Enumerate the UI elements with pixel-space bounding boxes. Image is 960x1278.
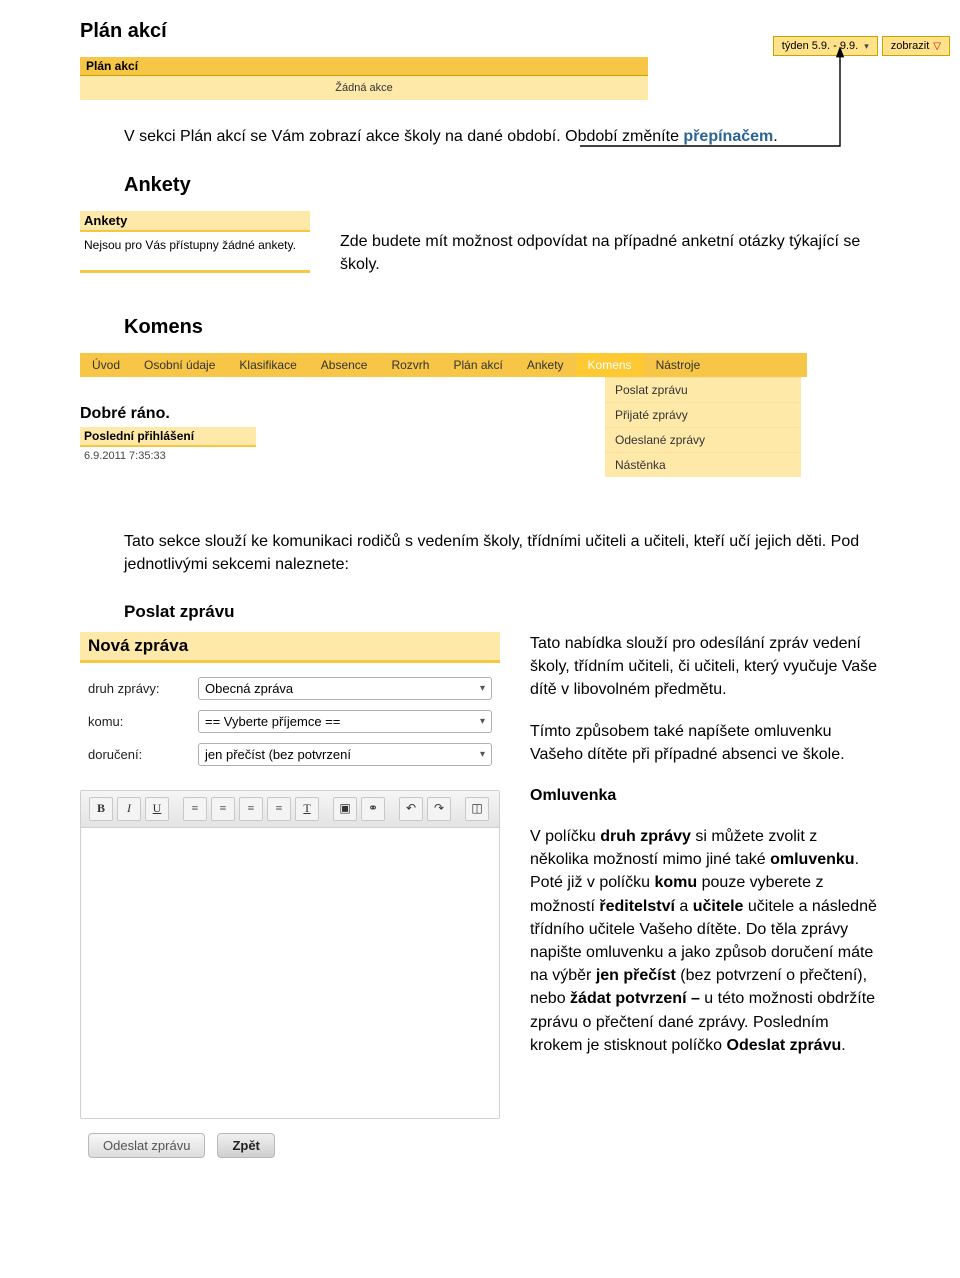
label-druh: druh zprávy: bbox=[88, 681, 198, 696]
new-message-widget: Nová zpráva druh zprávy: Obecná zpráva▾ … bbox=[80, 632, 500, 1162]
greeting: Dobré ráno. bbox=[80, 405, 380, 423]
redo-icon[interactable]: ↷ bbox=[427, 797, 451, 821]
submenu-poslat[interactable]: Poslat zprávu bbox=[605, 377, 801, 402]
nav-plan[interactable]: Plán akcí bbox=[441, 353, 514, 377]
submenu-prijate[interactable]: Přijaté zprávy bbox=[605, 402, 801, 427]
chevron-down-icon: ▾ bbox=[480, 749, 485, 760]
align-right-icon[interactable]: ≡ bbox=[239, 797, 263, 821]
nav-bar: Úvod Osobní údaje Klasifikace Absence Ro… bbox=[80, 353, 807, 377]
back-button[interactable]: Zpět bbox=[217, 1133, 274, 1158]
text-color-icon[interactable]: T bbox=[295, 797, 319, 821]
poslat-p3: V políčku druh zprávy si můžete zvolit z… bbox=[530, 825, 880, 1057]
komens-nav-widget: Úvod Osobní údaje Klasifikace Absence Ro… bbox=[80, 353, 807, 505]
plan-widget: Plán akcí Žádná akce bbox=[80, 57, 648, 100]
poslat-p2: Tímto způsobem také napíšete omluvenku V… bbox=[530, 720, 880, 766]
period-switcher: týden 5.9. - 9.9. ▾ zobrazit ▽ bbox=[773, 36, 950, 56]
section-plan-title: Plán akcí bbox=[80, 20, 880, 43]
ankety-widget-body: Nejsou pro Vás přístupny žádné ankety. bbox=[80, 232, 310, 270]
label-komu: komu: bbox=[88, 714, 198, 729]
image-icon[interactable]: ▣ bbox=[333, 797, 357, 821]
editor-toolbar: B I U ≡ ≡ ≡ ≡ T ▣ ⚭ ↶ ↷ ◫ bbox=[81, 791, 499, 828]
komens-description: Tato sekce slouží ke komunikaci rodičů s… bbox=[124, 531, 880, 576]
align-justify-icon[interactable]: ≡ bbox=[267, 797, 291, 821]
period-dropdown[interactable]: týden 5.9. - 9.9. ▾ bbox=[773, 36, 878, 56]
nav-komens[interactable]: Komens bbox=[576, 353, 644, 377]
send-button[interactable]: Odeslat zprávu bbox=[88, 1133, 205, 1158]
separator bbox=[173, 797, 179, 819]
nav-osobni[interactable]: Osobní údaje bbox=[132, 353, 227, 377]
select-doruceni[interactable]: jen přečíst (bez potvrzení▾ bbox=[198, 743, 492, 766]
align-center-icon[interactable]: ≡ bbox=[211, 797, 235, 821]
show-label: zobrazit bbox=[891, 40, 930, 52]
triangle-icon: ▽ bbox=[933, 41, 941, 52]
period-value: týden 5.9. - 9.9. bbox=[782, 40, 858, 52]
last-login-label: Poslední přihlášení bbox=[80, 427, 256, 447]
last-login-value: 6.9.2011 7:35:33 bbox=[80, 447, 256, 465]
eraser-icon[interactable]: ◫ bbox=[465, 797, 489, 821]
section-komens-title: Komens bbox=[124, 316, 880, 339]
ankety-description: Zde budete mít možnost odpovídat na příp… bbox=[340, 231, 880, 276]
poslat-p1: Tato nabídka slouží pro odesílání zpráv … bbox=[530, 632, 880, 702]
separator bbox=[455, 797, 461, 819]
select-komu[interactable]: == Vyberte příjemce ==▾ bbox=[198, 710, 492, 733]
nav-rozvrh[interactable]: Rozvrh bbox=[379, 353, 441, 377]
chevron-down-icon: ▾ bbox=[864, 41, 869, 52]
plan-description: V sekci Plán akcí se Vám zobrazí akce šk… bbox=[124, 126, 880, 148]
message-editor: B I U ≡ ≡ ≡ ≡ T ▣ ⚭ ↶ ↷ ◫ bbox=[80, 790, 500, 1119]
editor-textarea[interactable] bbox=[81, 828, 499, 1118]
italic-icon[interactable]: I bbox=[117, 797, 141, 821]
separator bbox=[389, 797, 395, 819]
link-icon[interactable]: ⚭ bbox=[361, 797, 385, 821]
new-message-title: Nová zpráva bbox=[80, 632, 500, 663]
komens-submenu: Poslat zprávu Přijaté zprávy Odeslané zp… bbox=[605, 377, 801, 477]
switcher-link: přepínačem bbox=[683, 128, 773, 145]
nav-klasifikace[interactable]: Klasifikace bbox=[227, 353, 308, 377]
nav-uvod[interactable]: Úvod bbox=[80, 353, 132, 377]
chevron-down-icon: ▾ bbox=[480, 683, 485, 694]
last-login-widget: Poslední přihlášení 6.9.2011 7:35:33 bbox=[80, 427, 256, 465]
select-druh[interactable]: Obecná zpráva▾ bbox=[198, 677, 492, 700]
separator bbox=[323, 797, 329, 819]
nav-ankety[interactable]: Ankety bbox=[515, 353, 576, 377]
section-ankety-title: Ankety bbox=[124, 174, 880, 197]
plan-widget-empty: Žádná akce bbox=[80, 75, 648, 100]
label-doruceni: doručení: bbox=[88, 747, 198, 762]
nav-absence[interactable]: Absence bbox=[309, 353, 380, 377]
ankety-widget: Ankety Nejsou pro Vás přístupny žádné an… bbox=[80, 211, 310, 273]
section-poslat-title: Poslat zprávu bbox=[124, 602, 880, 622]
show-button[interactable]: zobrazit ▽ bbox=[882, 36, 950, 56]
bold-icon[interactable]: B bbox=[89, 797, 113, 821]
ankety-widget-title: Ankety bbox=[80, 211, 310, 232]
underline-icon[interactable]: U bbox=[145, 797, 169, 821]
undo-icon[interactable]: ↶ bbox=[399, 797, 423, 821]
submenu-odeslane[interactable]: Odeslané zprávy bbox=[605, 427, 801, 452]
plan-widget-title: Plán akcí bbox=[80, 57, 648, 75]
nav-nastroje[interactable]: Nástroje bbox=[644, 353, 713, 377]
align-left-icon[interactable]: ≡ bbox=[183, 797, 207, 821]
chevron-down-icon: ▾ bbox=[480, 716, 485, 727]
omluvenka-heading: Omluvenka bbox=[530, 784, 880, 807]
